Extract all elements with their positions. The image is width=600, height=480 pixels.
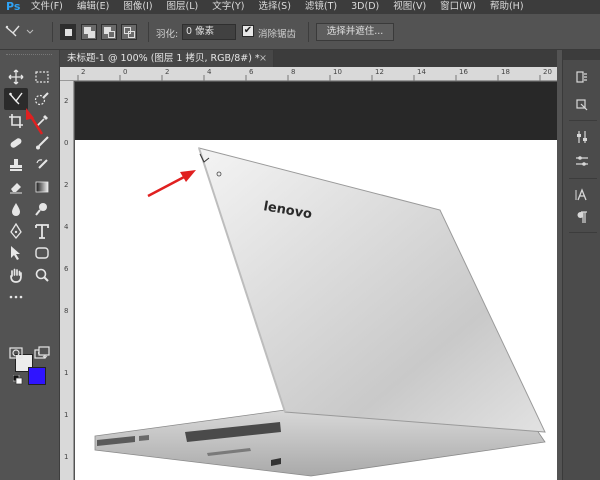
brush-settings-panel-button[interactable] [571, 150, 593, 172]
properties-panel-button[interactable] [571, 94, 593, 116]
adjustments-panel-button[interactable] [571, 126, 593, 148]
sliders-icon [576, 156, 588, 166]
arrow-icon [26, 108, 44, 135]
history-panel-button[interactable] [571, 66, 593, 88]
properties-icon [576, 99, 588, 111]
character-icon [575, 188, 587, 201]
arrow-icon [147, 170, 196, 198]
paragraph-icon [577, 211, 587, 223]
collapsed-panels [562, 50, 600, 480]
panel-divider [569, 178, 597, 179]
panel-divider [569, 120, 597, 121]
panel-divider [569, 232, 597, 233]
annotation-arrows [26, 108, 196, 198]
history-icon [576, 71, 587, 83]
paragraph-panel-button[interactable] [571, 206, 593, 228]
character-panel-button[interactable] [571, 184, 593, 206]
panel-dock-header[interactable] [563, 50, 600, 60]
adjustments-icon [577, 131, 587, 143]
